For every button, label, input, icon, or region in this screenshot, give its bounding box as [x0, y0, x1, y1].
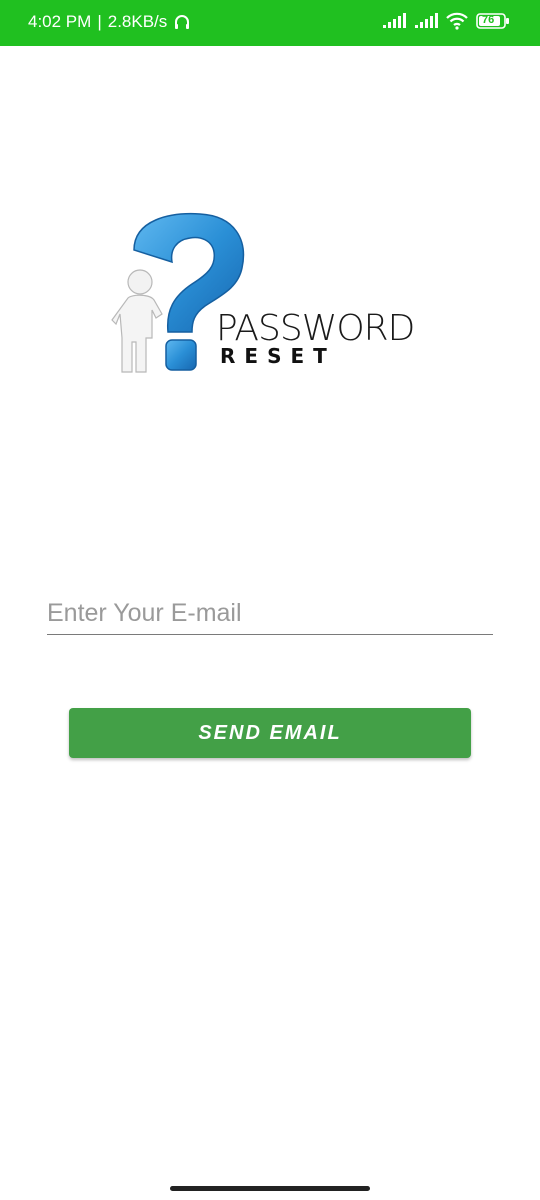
logo-word-password: PASSWORD — [216, 308, 415, 349]
status-separator: | — [97, 12, 102, 31]
password-reset-logo: PASSWORD RESET — [110, 210, 440, 385]
status-left: 4:02 PM | 2.8KB/s — [28, 12, 191, 32]
status-time: 4:02 PM — [28, 12, 92, 31]
status-right: 76 — [382, 12, 510, 30]
email-field[interactable] — [47, 592, 493, 635]
send-email-button[interactable]: SEND EMAIL — [69, 708, 471, 758]
password-reset-screen: 4:02 PM | 2.8KB/s 76 PASSWORD RESET Ente… — [0, 0, 540, 1200]
status-speed: 2.8KB/s — [107, 12, 168, 31]
wifi-icon — [446, 12, 468, 30]
status-bar: 4:02 PM | 2.8KB/s 76 — [0, 0, 540, 46]
signal-icon — [382, 13, 406, 29]
gesture-nav-handle[interactable] — [170, 1186, 370, 1191]
signal-icon — [414, 13, 438, 29]
battery-level: 76 — [482, 14, 495, 26]
headset-icon — [173, 13, 191, 31]
logo-word-reset: RESET — [220, 344, 336, 368]
battery-icon: 76 — [476, 12, 510, 30]
